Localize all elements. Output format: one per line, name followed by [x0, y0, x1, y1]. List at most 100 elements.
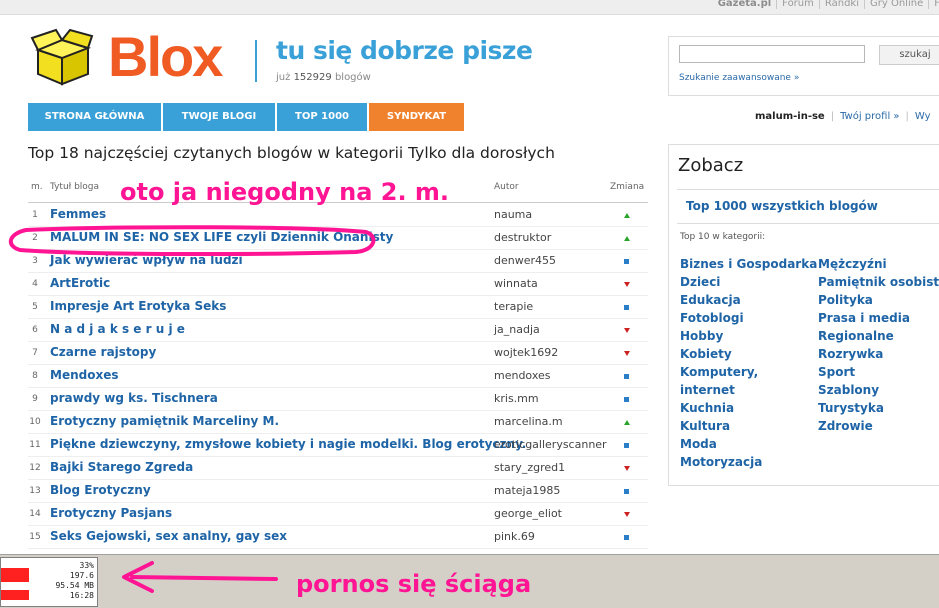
tab-strona-glowna[interactable]: STRONA GŁÓWNA — [28, 103, 161, 131]
portal-link-gry[interactable]: Gry Online — [864, 0, 928, 9]
category-link[interactable]: Hobby — [680, 327, 817, 345]
category-link[interactable]: Rozrywka — [818, 345, 939, 363]
category-link[interactable]: Sport — [818, 363, 939, 381]
change-same-icon — [624, 374, 630, 379]
download-monitor-widget[interactable]: 33% 197.6 95.54 MB 16:28 — [0, 557, 98, 607]
change-same-icon — [624, 397, 630, 402]
table-row: 12 Bajki Starego Zgreda stary_zgred1 — [28, 457, 648, 480]
change-down-icon — [624, 466, 630, 471]
row-rank: 11 — [29, 440, 41, 450]
blog-count-value: 152929 — [293, 72, 332, 83]
row-rank: 6 — [32, 325, 38, 335]
blog-author: stary_zgred1 — [494, 461, 566, 474]
blox-logo-text[interactable]: Blox — [108, 24, 223, 89]
blog-title-link[interactable]: Bajki Starego Zgreda — [50, 460, 193, 474]
blog-title-link[interactable]: Erotyczny Pasjans — [50, 506, 172, 520]
blog-title-link[interactable]: Impresje Art Erotyka Seks — [50, 299, 226, 313]
row-rank: 3 — [32, 256, 38, 266]
category-link[interactable]: Edukacja — [680, 291, 817, 309]
blog-author: kris.mm — [494, 392, 539, 405]
blog-author: george_eliot — [494, 507, 562, 520]
category-link[interactable]: Turystyka — [818, 399, 939, 417]
blog-author: marcelina.m — [494, 415, 563, 428]
change-down-icon — [624, 282, 630, 287]
category-link[interactable]: Komputery, — [680, 363, 817, 381]
user-bar: malum-in-se | Twój profil » | Wy — [755, 111, 931, 122]
portal-link-randki[interactable]: Randki — [818, 0, 864, 9]
blog-title-link[interactable]: Femmes — [50, 207, 106, 221]
category-link[interactable]: Fotoblogi — [680, 309, 817, 327]
category-link[interactable]: Pamiętnik osobisty — [818, 273, 939, 291]
advanced-search-link[interactable]: Szukanie zaawansowane » — [679, 73, 799, 83]
logout-link[interactable]: Wy — [915, 111, 931, 122]
category-link[interactable]: Kultura — [680, 417, 817, 435]
change-up-icon — [624, 236, 630, 241]
blog-title-link[interactable]: Blog Erotyczny — [50, 483, 151, 497]
portal-link-more[interactable]: F — [928, 0, 939, 9]
username[interactable]: malum-in-se — [755, 111, 825, 122]
top-1000-link[interactable]: Top 1000 wszystkich blogów — [686, 199, 878, 213]
blog-author: destruktor — [494, 231, 552, 244]
search-panel: szukaj Szukanie zaawansowane » — [668, 36, 939, 96]
blox-box-logo-icon[interactable] — [30, 28, 94, 86]
category-link[interactable]: Kuchnia — [680, 399, 817, 417]
change-same-icon — [624, 443, 630, 448]
blog-title-link[interactable]: Erotyczny pamiętnik Marceliny M. — [50, 414, 279, 428]
blog-title-link[interactable]: Piękne dziewczyny, zmysłowe kobiety i na… — [50, 437, 526, 451]
table-row: 8 Mendoxes mendoxes — [28, 365, 648, 388]
category-link[interactable]: Prasa i media — [818, 309, 939, 327]
category-list-right: Mężczyźni Pamiętnik osobisty Polityka Prasa… — [818, 255, 939, 435]
row-rank: 9 — [32, 394, 38, 404]
blog-count-prefix: już — [276, 72, 291, 83]
download-percent: 33% — [79, 561, 94, 570]
annotation-top: oto ja niegodny na 2. m. — [120, 178, 450, 206]
download-size: 95.54 MB — [55, 581, 94, 590]
search-button[interactable]: szukaj — [879, 45, 939, 65]
change-up-icon — [624, 420, 630, 425]
category-link[interactable]: Szablony — [818, 381, 939, 399]
blog-title-link[interactable]: Czarne rajstopy — [50, 345, 156, 359]
table-row: 9 prawdy wg ks. Tischnera kris.mm — [28, 388, 648, 411]
category-link[interactable]: internet — [680, 381, 817, 399]
page-title: Top 18 najczęściej czytanych blogów w ka… — [28, 144, 555, 162]
tab-top-1000[interactable]: TOP 1000 — [277, 103, 367, 131]
sidebar-title: Zobacz — [678, 155, 744, 176]
portal-link-forum[interactable]: Forum — [776, 0, 819, 9]
change-same-icon — [624, 259, 630, 264]
blog-author: denwer455 — [494, 254, 557, 267]
portal-link-gazeta[interactable]: Gazeta.pl — [713, 0, 776, 9]
category-link[interactable]: Mężczyźni — [818, 255, 939, 273]
sidebar-panel: Zobacz Top 1000 wszystkich blogów Top 10… — [668, 144, 939, 486]
category-link[interactable]: Biznes i Gospodarka — [680, 255, 817, 273]
blog-count-suffix: blogów — [334, 72, 371, 83]
row-rank: 10 — [29, 417, 41, 427]
blog-title-link[interactable]: Seks Gejowski, sex analny, gay sex — [50, 529, 287, 543]
profile-link[interactable]: Twój profil » — [840, 111, 899, 122]
change-down-icon — [624, 328, 630, 333]
category-link[interactable]: Zdrowie — [818, 417, 939, 435]
change-same-icon — [624, 489, 630, 494]
blog-author: pink.69 — [494, 530, 535, 543]
change-up-icon — [624, 213, 630, 218]
category-link[interactable]: Polityka — [818, 291, 939, 309]
blog-author: terapie — [494, 300, 534, 313]
logo-divider — [255, 40, 257, 82]
blog-title-link[interactable]: Mendoxes — [50, 368, 118, 382]
blog-title-link[interactable]: prawdy wg ks. Tischnera — [50, 391, 218, 405]
category-link[interactable]: Moda — [680, 435, 817, 453]
column-header-change: Zmiana — [610, 182, 645, 192]
blog-count: już 152929 blogów — [276, 72, 371, 83]
category-link[interactable]: Dzieci — [680, 273, 817, 291]
tab-twoje-blogi[interactable]: TWOJE BLOGI — [163, 103, 275, 131]
category-link[interactable]: Regionalne — [818, 327, 939, 345]
row-rank: 4 — [32, 279, 38, 289]
blog-author: mateja1985 — [494, 484, 561, 497]
user-bar-separator: | — [905, 111, 909, 122]
blog-title-link[interactable]: N a d j a k s e r u j e — [50, 322, 185, 336]
category-link[interactable]: Motoryzacja — [680, 453, 817, 471]
search-input[interactable] — [679, 45, 865, 63]
blog-title-link[interactable]: ArtErotic — [50, 276, 110, 290]
download-stats: 33% 197.6 95.54 MB 16:28 — [55, 561, 94, 601]
category-link[interactable]: Kobiety — [680, 345, 817, 363]
tab-syndykat[interactable]: SYNDYKAT — [369, 103, 464, 131]
